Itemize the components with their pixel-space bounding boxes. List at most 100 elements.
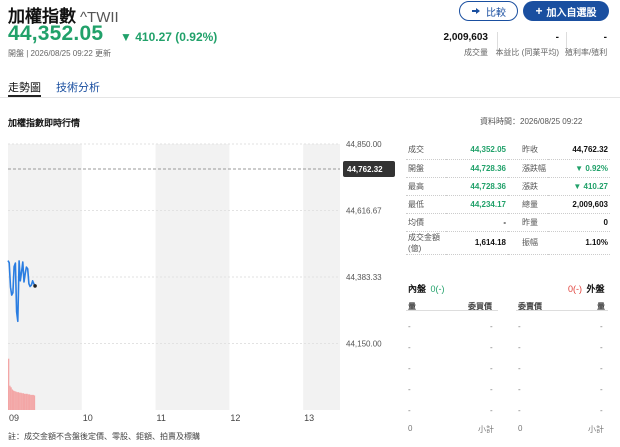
quote-label: 最低 xyxy=(406,195,446,214)
quote-value: ▼ 410.27 xyxy=(548,177,610,196)
footnote: 註：成交金額不含盤後定價、零股、鉅額、拍賣及標購 xyxy=(8,432,200,441)
price-change: ▼ 410.27 (0.92%) xyxy=(120,30,217,44)
down-arrow-icon: ▼ xyxy=(120,30,132,44)
volume-bar xyxy=(22,393,25,410)
x-tick-label: 13 xyxy=(304,413,314,423)
quote-value: ▼ 0.92% xyxy=(548,159,610,178)
quote-label: 總量 xyxy=(508,195,548,214)
intraday-chart[interactable]: 44,850.00 44,616.67 44,383.33 44,150.00 44,7… xyxy=(0,130,400,430)
volume-bar xyxy=(25,393,27,410)
quote-row: 最低 44,234.17 總量 2,009,603 xyxy=(406,195,610,214)
volume-bar xyxy=(19,392,21,410)
compare-icon xyxy=(472,7,480,14)
subtotal-right: 小計 xyxy=(588,425,604,434)
tab-technical-analysis[interactable]: 技術分析 xyxy=(56,79,100,95)
price-change-value: 410.27 (0.92%) xyxy=(135,30,218,44)
pe-label: 本益比 (同業平均) xyxy=(495,48,559,57)
quote-value: 44,728.36 xyxy=(446,177,508,196)
volume-bar xyxy=(32,394,34,410)
quote-label: 均價 xyxy=(406,213,446,232)
volume-bar xyxy=(17,392,20,410)
order-book-cell: - xyxy=(408,322,411,331)
quote-label: 昨收 xyxy=(508,141,548,160)
order-book-cell: - xyxy=(408,343,411,352)
data-time: 資料時間：2026/08/25 09:22 xyxy=(480,117,583,126)
compare-button[interactable]: 比較 xyxy=(459,1,518,21)
quote-value: 44,352.05 xyxy=(446,141,508,160)
volume-bar xyxy=(9,385,11,410)
order-book-cell: - xyxy=(490,385,493,394)
subtotal-left: 小計 xyxy=(478,425,494,434)
volume-bar xyxy=(11,389,13,410)
current-price: 44,352.05 xyxy=(8,22,104,45)
outer-label: 0(-) 外盤 xyxy=(568,282,605,295)
quote-label: 漲跌幅 xyxy=(508,159,548,178)
order-book-cell: - xyxy=(408,406,411,415)
quote-value: 1,614.18 xyxy=(446,231,508,255)
order-book-cell: - xyxy=(600,385,603,394)
y-tick-label: 44,383.33 xyxy=(346,273,382,282)
order-book-cell: - xyxy=(600,406,603,415)
quote-value: 0 xyxy=(548,213,610,232)
order-book-divider xyxy=(516,310,608,311)
order-book-cell: - xyxy=(408,364,411,373)
order-book-cell: - xyxy=(490,343,493,352)
pe-value: - xyxy=(555,32,559,43)
volume-bar xyxy=(33,395,36,410)
yield-label: 殖利率/殖利 xyxy=(565,48,608,57)
quote-row: 均價 - 昨量 0 xyxy=(406,213,610,232)
quote-label: 成交 xyxy=(406,141,446,160)
plus-icon: + xyxy=(535,4,543,18)
section-title: 加權指數即時行情 xyxy=(8,118,81,128)
x-tick-label: 12 xyxy=(230,413,240,423)
order-book-cell: - xyxy=(600,364,603,373)
order-book-cell: - xyxy=(490,322,493,331)
total-right: 0 xyxy=(518,424,523,433)
yield-value: - xyxy=(603,32,607,43)
volume-bar xyxy=(26,393,28,410)
quote-label: 成交金額(億) xyxy=(406,231,446,255)
y-tick-label: 44,150.00 xyxy=(346,340,382,349)
inner-label: 內盤 0(-) xyxy=(408,282,445,295)
volume-bar xyxy=(16,392,18,410)
quote-label: 最高 xyxy=(406,177,446,196)
order-book-cell: - xyxy=(518,406,521,415)
quote-row: 成交金額(億) 1,614.18 振幅 1.10% xyxy=(406,231,610,255)
outer-value: 0(-) xyxy=(568,284,582,294)
volume-bar xyxy=(12,390,15,410)
quote-value: 44,728.36 xyxy=(446,159,508,178)
quote-label: 振幅 xyxy=(508,231,548,255)
quote-row: 最高 44,728.36 漲跌 ▼ 410.27 xyxy=(406,177,610,196)
volume-bar xyxy=(21,393,23,410)
tab-trend-chart[interactable]: 走勢圖 xyxy=(8,79,41,95)
order-book-cell: - xyxy=(518,385,521,394)
compare-label: 比較 xyxy=(486,7,506,19)
order-book-cell: - xyxy=(600,322,603,331)
order-book-cell: - xyxy=(408,385,411,394)
order-book-cell: - xyxy=(518,322,521,331)
quote-label: 漲跌 xyxy=(508,177,548,196)
x-tick-label: 09 xyxy=(9,413,19,423)
outer-label-text: 外盤 xyxy=(586,284,605,294)
volume-bar xyxy=(28,394,31,410)
volume-bar xyxy=(15,391,17,410)
quote-value: 2,009,603 xyxy=(548,195,610,214)
x-tick-label: 10 xyxy=(83,413,93,423)
volume-bar xyxy=(8,358,10,410)
volume-value: 2,009,603 xyxy=(443,32,489,43)
quote-row: 成交 44,352.05 昨收 44,762.32 xyxy=(406,141,610,160)
inner-value: 0(-) xyxy=(430,284,445,294)
quote-label: 開盤 xyxy=(406,159,446,178)
quote-table: 成交 44,352.05 昨收 44,762.32 開盤 44,728.36 漲跌幅 ▼ 0.… xyxy=(406,141,610,255)
order-book-cell: - xyxy=(518,343,521,352)
add-watchlist-button[interactable]: + 加入自選股 xyxy=(523,1,609,21)
y-tick-label: 44,850.00 xyxy=(346,140,382,149)
total-left: 0 xyxy=(408,424,413,433)
volume-bar xyxy=(31,394,33,410)
add-watchlist-label: 加入自選股 xyxy=(546,7,597,19)
quote-label: 昨量 xyxy=(508,213,548,232)
quote-value: 44,234.17 xyxy=(446,195,508,214)
last-price-dot xyxy=(33,284,37,288)
quote-value: 1.10% xyxy=(548,231,610,255)
volume-bar xyxy=(20,392,22,410)
